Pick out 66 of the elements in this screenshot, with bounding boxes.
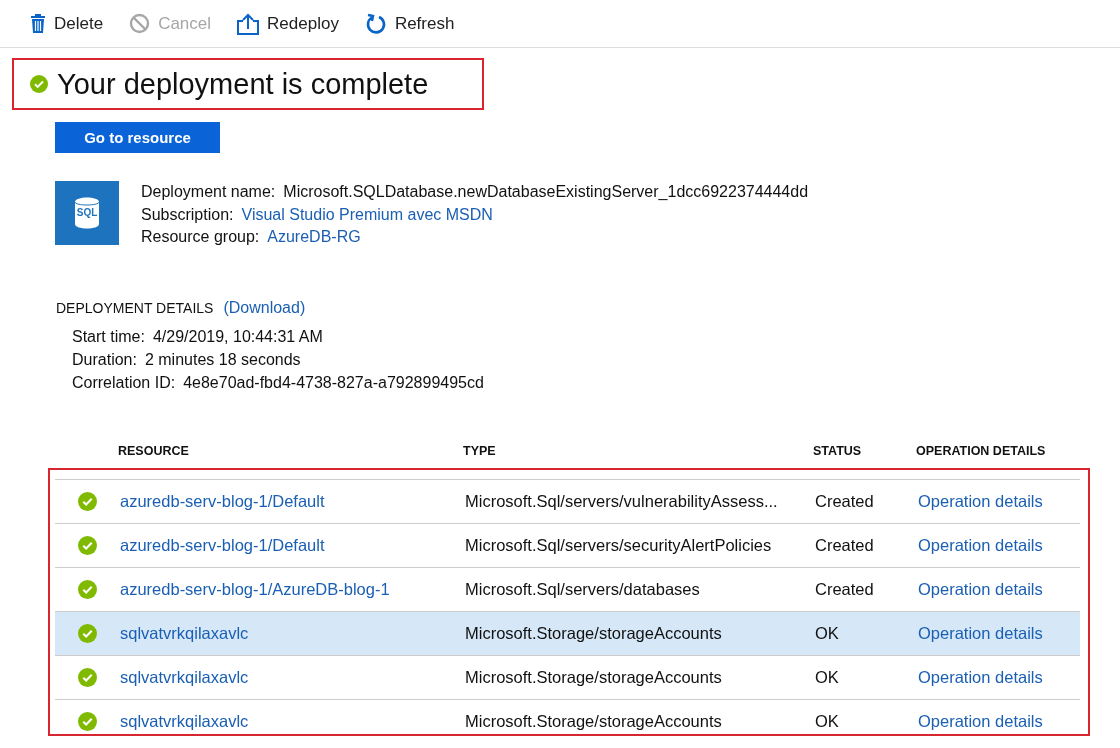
operation-details-link[interactable]: Operation details [918,579,1043,598]
operation-details-link[interactable]: Operation details [918,535,1043,554]
column-header: STATUS [813,443,863,458]
status-text: OK [815,667,839,686]
status-text: Created [815,535,874,554]
resource-link[interactable]: sqlvatvrkqilaxavlc [120,667,249,686]
table-row[interactable]: sqlvatvrkqilaxavlc Microsoft.Storage/storageAccounts OK Operation details [55,698,1080,743]
field-label: Correlation ID: [72,372,176,393]
field-value: 4/29/2019, 10:44:31 AM [152,326,323,347]
table-cell: Microsoft.Sql/servers/databases [465,579,700,598]
go-to-resource-button[interactable]: Go to resource [55,122,220,153]
table-row[interactable]: azuredb-serv-blog-1/Default Microsoft.Sql/servers/vulnerabilityAssess... Created Operation details [55,478,1080,523]
success-check-icon [78,667,97,687]
field-label: Deployment name: [141,182,276,202]
table-cell: Microsoft.Sql/servers/vulnerabilityAssess... [465,491,778,510]
resource-link[interactable]: sqlvatvrkqilaxavlc [120,623,249,642]
success-check-icon [78,579,97,599]
sql-label: SQL [75,207,99,218]
database-icon [74,197,100,229]
upload-icon [237,12,260,35]
table-cell: Microsoft.Storage/storageAccounts [465,711,722,730]
success-check-icon [78,711,97,731]
operation-details-link[interactable]: Operation details [918,491,1043,510]
operation-details-link[interactable]: Operation details [918,667,1043,686]
toolbar-button[interactable]: Redeploy [237,12,339,35]
status-text: Created [815,579,874,598]
table-cell: Microsoft.Storage/storageAccounts [465,667,722,686]
field-label: Subscription: [141,204,234,225]
download-link[interactable]: (Download) [223,298,306,317]
table-cell: Microsoft.Sql/servers/securityAlertPolicies [465,535,772,554]
status-text: Created [815,491,874,510]
cancel-icon [129,13,151,34]
toolbar-button[interactable]: Delete [30,13,104,34]
success-check-icon [78,535,97,555]
table-row[interactable]: azuredb-serv-blog-1/Default Microsoft.Sql/servers/securityAlertPolicies Created Operation details [55,522,1080,567]
refresh-icon [364,12,387,35]
success-check-icon [30,75,48,93]
field-value: 4e8e70ad-fbd4-4738-827a-a792899495cd [183,372,484,393]
field-link[interactable]: AzureDB-RG [267,226,361,249]
success-check-icon [78,491,97,511]
status-text: OK [815,623,839,642]
column-header: TYPE [463,443,497,458]
table-row[interactable]: azuredb-serv-blog-1/AzureDB-blog-1 Microsoft.Sql/servers/databases Created Operation details [55,566,1080,611]
field-value: 2 minutes 18 seconds [144,349,301,370]
resource-link[interactable]: sqlvatvrkqilaxavlc [120,711,249,730]
resource-link[interactable]: azuredb-serv-blog-1/Default [120,535,325,554]
page-title: Your deployment is complete [57,67,429,101]
operation-details-link[interactable]: Operation details [918,711,1043,730]
field-link[interactable]: Visual Studio Premium avec MSDN [241,203,493,226]
field-value: Microsoft.SQLDatabase.newDatabaseExistingServer_1dcc6922374444dd [283,182,809,202]
table-row[interactable]: sqlvatvrkqilaxavlc Microsoft.Storage/storageAccounts OK Operation details [55,610,1080,655]
column-header: RESOURCE [118,443,190,458]
section-title: DEPLOYMENT DETAILS [56,299,214,316]
table-row[interactable]: sqlvatvrkqilaxavlc Microsoft.Storage/storageAccounts OK Operation details [55,654,1080,699]
operation-details-link[interactable]: Operation details [918,623,1043,642]
toolbar-button[interactable]: Refresh [364,12,455,35]
trash-icon [30,14,46,33]
field-label: Duration: [72,349,137,370]
field-label: Start time: [72,326,145,347]
field-label: Resource group: [141,227,260,247]
resource-link[interactable]: azuredb-serv-blog-1/AzureDB-blog-1 [120,579,390,598]
column-header: OPERATION DETAILS [916,443,1046,458]
status-text: OK [815,711,839,730]
success-check-icon [78,623,97,643]
resource-link[interactable]: azuredb-serv-blog-1/Default [120,491,325,510]
table-cell: Microsoft.Storage/storageAccounts [465,623,722,642]
